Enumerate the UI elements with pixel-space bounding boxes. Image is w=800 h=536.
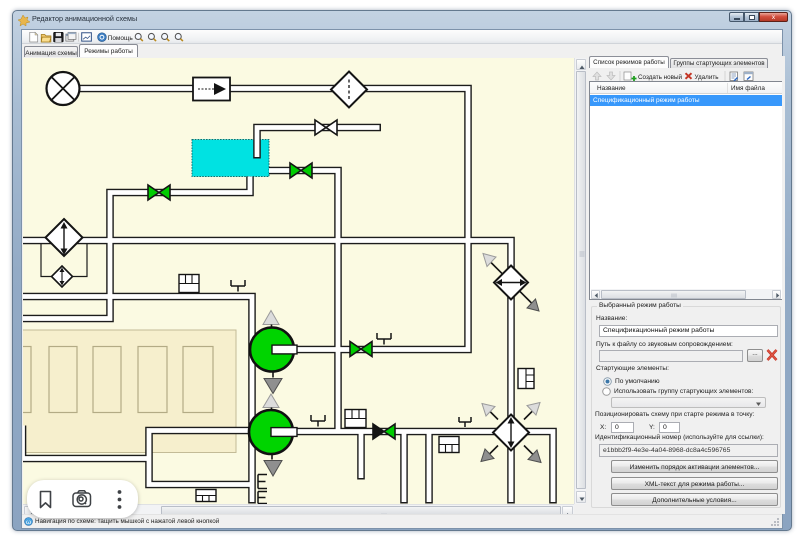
svg-text:Создать новый: Создать новый	[638, 73, 683, 81]
svg-text:Помощь: Помощь	[108, 35, 134, 42]
svg-text:ω: ω	[26, 519, 31, 526]
svg-text:Удалить: Удалить	[695, 74, 720, 81]
